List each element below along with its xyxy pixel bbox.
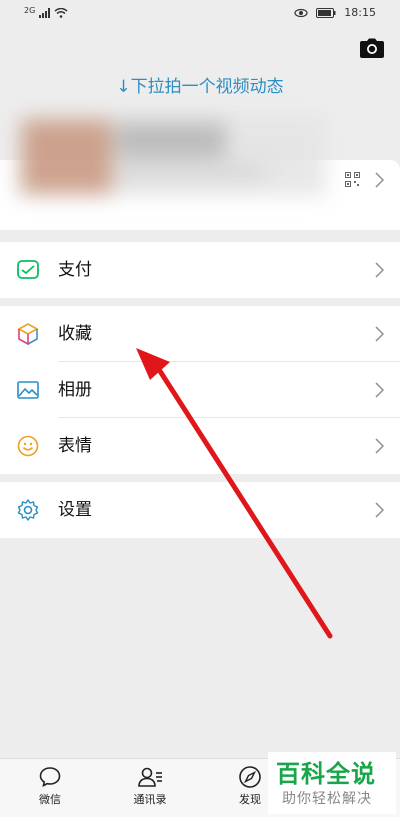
chevron-right-icon: [375, 262, 385, 278]
menu-item-settings[interactable]: 设置: [0, 482, 400, 538]
network-indicator: 2G: [24, 6, 36, 15]
menu-label-settings: 设置: [58, 500, 92, 520]
menu-label-album: 相册: [58, 380, 92, 400]
menu-group-settings: 设置: [0, 482, 400, 538]
tab-label: 微信: [39, 793, 61, 806]
favorites-cube-icon: [17, 323, 39, 346]
wifi-icon: [54, 7, 68, 18]
menu-item-favorites[interactable]: 收藏: [0, 306, 400, 362]
status-left: 2G: [24, 6, 68, 19]
status-right: 18:15: [294, 6, 376, 19]
menu-item-stickers[interactable]: 表情: [0, 418, 400, 474]
chevron-right-icon: [375, 326, 385, 342]
qr-code-icon[interactable]: [345, 172, 360, 187]
tab-wechat[interactable]: 微信: [20, 765, 80, 807]
signal-icon: [38, 8, 50, 18]
watermark-subtitle: 助你轻松解决: [282, 791, 372, 807]
profile-avatar-blurred: [16, 114, 326, 196]
chevron-right-icon: [375, 438, 385, 454]
chevron-right-icon: [375, 172, 385, 188]
chevron-right-icon: [375, 502, 385, 518]
menu-group-pay: 支付: [0, 242, 400, 298]
watermark-title: 百科全说: [276, 760, 376, 788]
album-image-icon: [17, 381, 39, 399]
menu-item-pay[interactable]: 支付: [0, 242, 400, 298]
menu-label-favorites: 收藏: [58, 324, 92, 344]
menu-group-content: 收藏 相册 表情: [0, 306, 400, 474]
watermark: 百科全说 助你轻松解决: [268, 752, 396, 814]
pay-icon: [17, 260, 39, 279]
contacts-icon: [138, 767, 162, 787]
settings-gear-icon: [17, 499, 39, 521]
chevron-right-icon: [375, 382, 385, 398]
menu-label-stickers: 表情: [58, 436, 92, 456]
compass-icon: [239, 766, 261, 788]
chat-bubble-icon: [39, 767, 61, 787]
menu-item-album[interactable]: 相册: [0, 362, 400, 418]
camera-icon[interactable]: [360, 38, 384, 58]
pull-to-record-hint[interactable]: ↓下拉拍一个视频动态: [0, 72, 400, 97]
tab-label: 通讯录: [133, 793, 167, 806]
menu-label-pay: 支付: [58, 260, 92, 280]
eye-icon: [294, 8, 308, 17]
tab-contacts[interactable]: 通讯录: [120, 765, 180, 807]
sticker-smile-icon: [17, 435, 39, 457]
battery-icon: [316, 7, 336, 18]
status-bar: 2G 18:15: [0, 0, 400, 26]
clock: 18:15: [344, 6, 376, 19]
